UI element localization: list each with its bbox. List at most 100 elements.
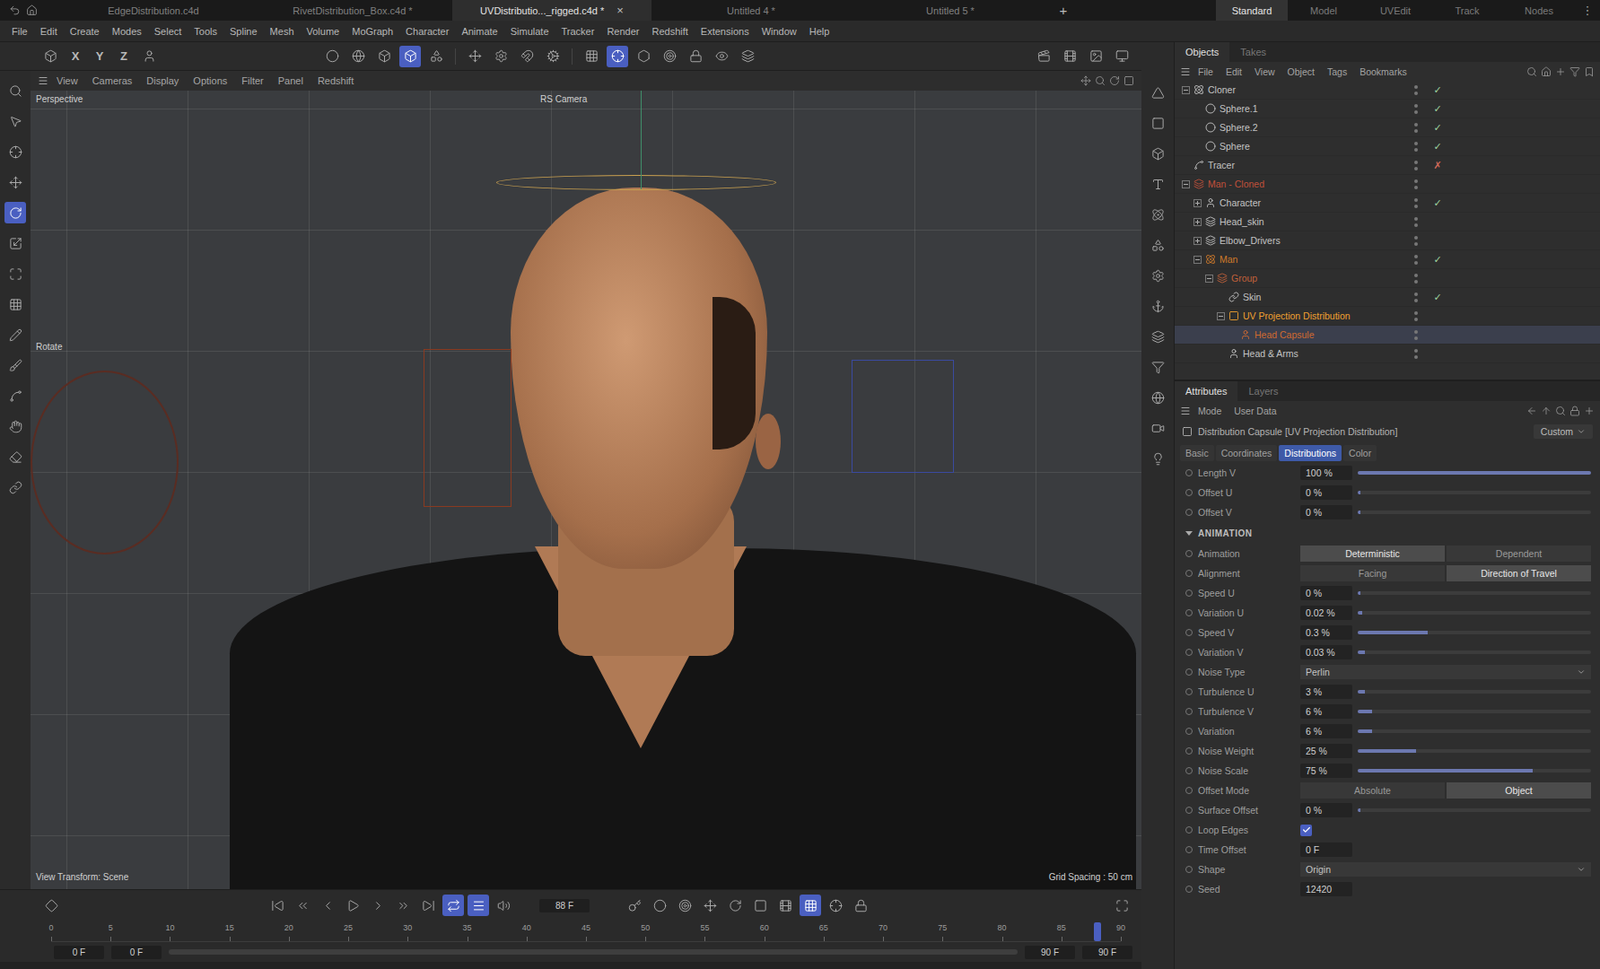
live-selection-button[interactable] — [4, 110, 27, 132]
value-field[interactable]: 6 % — [1300, 724, 1353, 739]
dropdown[interactable]: Origin — [1300, 862, 1592, 877]
timeline-window-button[interactable] — [1110, 894, 1133, 917]
slider[interactable] — [1357, 729, 1592, 734]
keyframe-dot[interactable] — [1185, 885, 1193, 893]
viewport-menu-item[interactable]: Display — [139, 75, 185, 87]
key-scale-button[interactable] — [749, 894, 771, 917]
value-field[interactable]: 0 % — [1300, 505, 1353, 520]
objects-menu-item[interactable]: Bookmarks — [1354, 66, 1413, 78]
keyframe-dot[interactable] — [1185, 569, 1193, 578]
key-param-button[interactable] — [774, 894, 796, 917]
slider[interactable] — [1357, 690, 1592, 694]
file-tab[interactable]: Untitled 4 * — [651, 0, 851, 21]
keyframe-dot[interactable] — [1185, 609, 1193, 617]
object-row[interactable]: Man - Cloned — [1174, 174, 1600, 194]
tweak-mode-button[interactable] — [489, 45, 512, 68]
previous-key-button[interactable] — [291, 894, 314, 917]
start-frame-field[interactable]: 0 F — [53, 945, 105, 960]
layout-more-button[interactable]: ⋮ — [1574, 0, 1600, 21]
drag-button[interactable] — [4, 415, 27, 438]
panel-tab[interactable]: Layers — [1237, 381, 1289, 402]
enable-status[interactable]: ✓ — [1427, 197, 1448, 210]
light-button[interactable] — [1146, 447, 1169, 470]
layer-dots[interactable] — [1404, 85, 1428, 96]
viewport-menu-item[interactable]: Options — [186, 75, 234, 87]
preset-dropdown[interactable]: Custom — [1533, 424, 1593, 439]
object-row[interactable]: Elbow_Drivers — [1174, 231, 1600, 251]
menu-item[interactable]: File — [5, 26, 35, 37]
interpolation-button[interactable] — [824, 894, 847, 917]
object-row[interactable]: Head & Arms — [1174, 344, 1600, 364]
file-tab[interactable]: UVDistributio..._rigged.c4d *× — [452, 0, 652, 21]
picture-viewer-button[interactable] — [1084, 45, 1107, 68]
keyframe-button[interactable] — [40, 894, 62, 917]
render-button[interactable] — [1058, 45, 1081, 68]
coordinate-system-button[interactable] — [39, 45, 62, 68]
transform-button[interactable] — [4, 262, 27, 285]
menu-item[interactable]: MoGraph — [345, 26, 400, 37]
deformers-button[interactable] — [1146, 264, 1169, 287]
range-button[interactable] — [467, 894, 490, 917]
section-header[interactable]: ANIMATION — [1174, 522, 1600, 544]
layout-tab[interactable]: Nodes — [1503, 0, 1575, 21]
object-row[interactable]: Sphere.2✓ — [1174, 118, 1600, 138]
object-row[interactable]: Group — [1174, 269, 1600, 289]
keyframe-dot[interactable] — [1185, 688, 1193, 696]
text-button[interactable] — [1146, 173, 1169, 195]
layer-dots[interactable] — [1404, 217, 1428, 228]
texture-mode-button[interactable] — [347, 45, 369, 68]
layer-dots[interactable] — [1404, 330, 1428, 341]
object-row[interactable]: Sphere.1✓ — [1174, 99, 1600, 119]
axis-toggle[interactable]: Z — [113, 46, 134, 67]
axis-mode-button[interactable] — [463, 45, 486, 68]
knife-button[interactable] — [4, 293, 27, 315]
file-tab[interactable]: RivetDistribution_Box.c4d * — [253, 0, 453, 21]
value-field[interactable]: 0 F — [1300, 842, 1353, 857]
object-row[interactable]: UV Projection Distribution — [1174, 306, 1600, 326]
keyframe-dot[interactable] — [1185, 508, 1193, 516]
value-field[interactable]: 0.02 % — [1300, 605, 1353, 621]
dropdown[interactable]: Perlin — [1300, 664, 1592, 680]
last-frame-button[interactable] — [417, 894, 439, 917]
slider[interactable] — [1357, 471, 1592, 475]
layer-dots[interactable] — [1404, 122, 1428, 133]
expand-toggle[interactable] — [1216, 312, 1225, 321]
keyframe-dot[interactable] — [1185, 806, 1193, 814]
layout-tab[interactable]: Model — [1287, 0, 1360, 21]
objects-menu-item[interactable]: Edit — [1220, 66, 1248, 78]
slider[interactable] — [1357, 709, 1592, 714]
expand-toggle[interactable] — [1205, 274, 1214, 283]
layer-dots[interactable] — [1404, 349, 1428, 359]
layout-tab[interactable]: UVEdit — [1359, 0, 1432, 21]
checkbox[interactable] — [1300, 824, 1312, 837]
key-selection-button[interactable] — [673, 894, 696, 917]
model-mode-button[interactable] — [321, 45, 343, 68]
keyframe-dot[interactable] — [1185, 826, 1193, 834]
layers-button[interactable] — [736, 45, 759, 68]
slider[interactable] — [1357, 650, 1592, 655]
segment-button[interactable]: Absolute — [1300, 782, 1445, 799]
menu-item[interactable]: Animate — [454, 26, 504, 37]
value-field[interactable]: 3 % — [1300, 684, 1353, 700]
segment-button[interactable]: Direction of Travel — [1446, 565, 1592, 582]
menu-item[interactable]: Tools — [187, 26, 224, 37]
spline-pen-button[interactable] — [1146, 81, 1169, 104]
value-field[interactable]: 0 % — [1300, 485, 1353, 500]
layer-dots[interactable] — [1404, 179, 1428, 190]
layer-dots[interactable] — [1404, 198, 1428, 209]
render-view-button[interactable] — [1032, 45, 1055, 68]
slider[interactable] — [1357, 591, 1592, 595]
keyframe-dot[interactable] — [1185, 708, 1193, 716]
enable-status[interactable]: ✓ — [1427, 253, 1448, 266]
enable-status[interactable]: ✓ — [1427, 122, 1448, 134]
layer-dots[interactable] — [1404, 254, 1428, 265]
slider[interactable] — [1357, 808, 1592, 813]
weld-button[interactable] — [4, 476, 27, 499]
record-button[interactable] — [623, 894, 646, 917]
menu-item[interactable]: Simulate — [504, 26, 556, 37]
slider[interactable] — [1357, 611, 1592, 615]
autokey-button[interactable] — [648, 894, 671, 917]
value-field[interactable]: 0 % — [1300, 585, 1353, 601]
selection-filter-button[interactable] — [4, 140, 27, 163]
layer-dots[interactable] — [1404, 141, 1428, 152]
